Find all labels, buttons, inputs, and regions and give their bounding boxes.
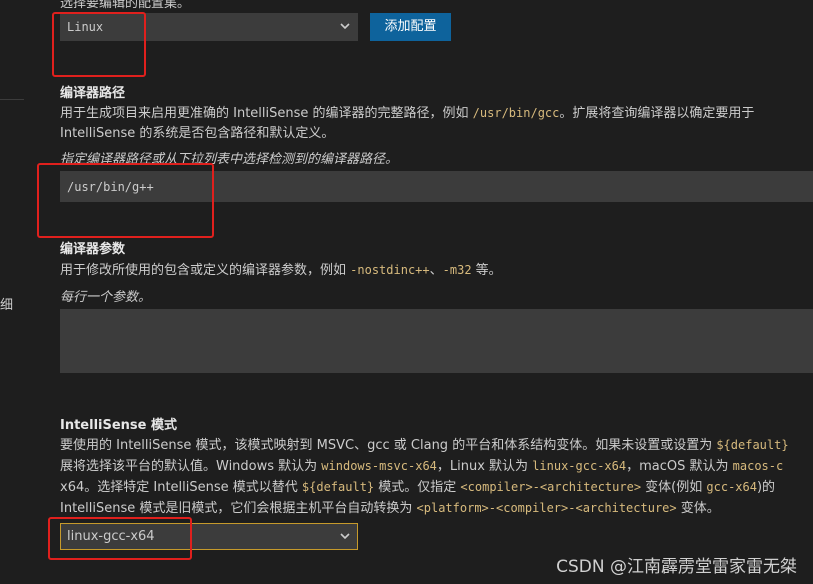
add-configuration-button[interactable]: 添加配置	[370, 13, 451, 41]
annotation-box	[37, 163, 214, 238]
compiler-path-title: 编译器路径	[60, 86, 126, 101]
compiler-args-textarea[interactable]	[60, 309, 813, 373]
sidebar-divider	[0, 99, 24, 100]
watermark: CSDN @江南霹雳堂雷家雷无桀	[556, 557, 797, 577]
compiler-args-hint: 每行一个参数。	[60, 290, 152, 305]
sidebar-partial-label: 细	[0, 298, 14, 313]
annotation-box	[48, 517, 192, 560]
compiler-args-title: 编译器参数	[60, 242, 126, 257]
annotation-box	[52, 12, 146, 77]
compiler-args-description: 用于修改所使用的包含或定义的编译器参数，例如 -nostdinc++、-m32 …	[60, 263, 502, 278]
chevron-down-icon	[340, 23, 350, 30]
chevron-down-icon	[340, 533, 350, 540]
configuration-label: 选择要编辑的配置集。	[60, 0, 191, 11]
intellisense-mode-title: IntelliSense 模式	[60, 418, 178, 433]
compiler-path-description: 用于生成项目来启用更准确的 IntelliSense 的编译器的完整路径，例如 …	[60, 106, 755, 141]
intellisense-mode-description: 要使用的 IntelliSense 模式，该模式映射到 MSVC、gcc 或 C…	[60, 438, 789, 516]
